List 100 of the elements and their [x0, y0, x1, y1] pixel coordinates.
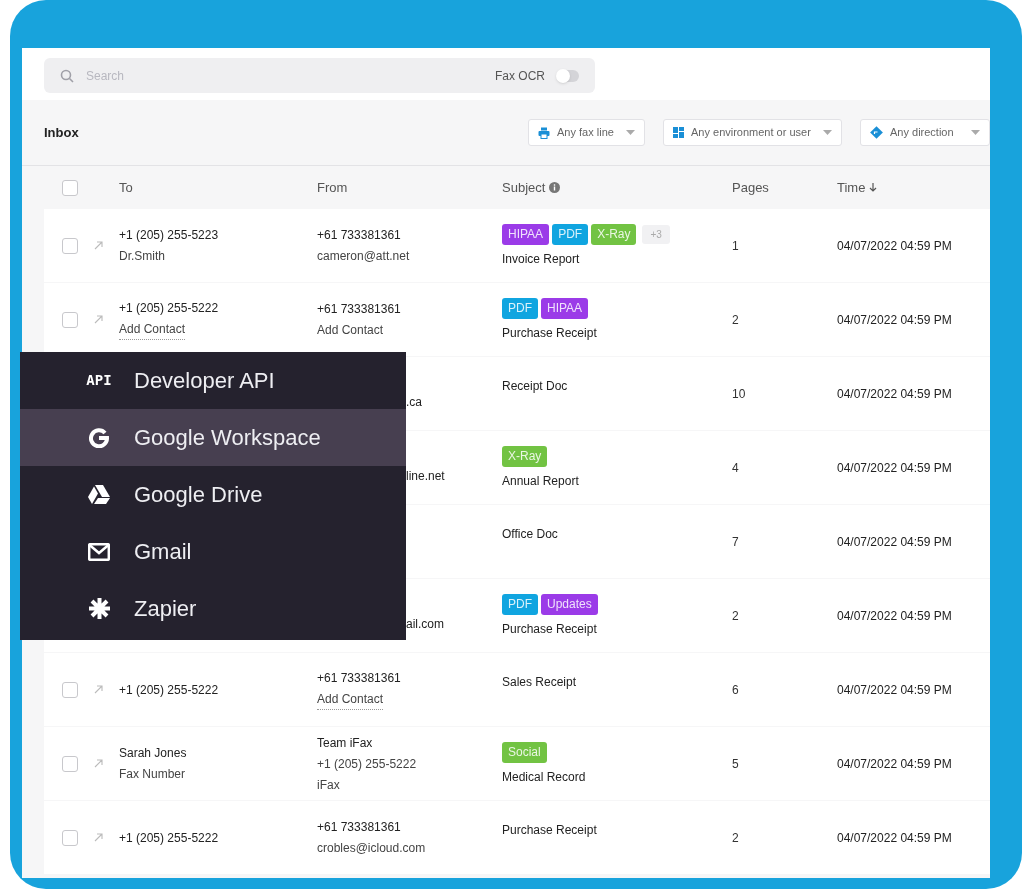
ocr-label: Fax OCR	[495, 67, 545, 85]
tag: Updates	[541, 593, 598, 615]
checkbox[interactable]	[62, 179, 78, 196]
pages-count: 2	[732, 607, 739, 625]
cell-text: Fax Number	[119, 766, 186, 783]
cell-text: +61 733381361	[317, 819, 401, 836]
subject-text: Office Doc	[502, 525, 559, 543]
cell-text: iFax	[317, 776, 340, 794]
cell-text: +1 (205) 255-5222	[119, 829, 219, 847]
tag: PDF	[552, 223, 589, 245]
column-header[interactable]: Pages	[732, 177, 837, 198]
search-icon	[60, 69, 74, 83]
tag: HIPAA	[502, 223, 550, 245]
time-text: 04/07/2022 04:59 PM	[837, 681, 952, 699]
pages-count: 2	[732, 829, 739, 847]
outgoing-arrow-icon	[94, 685, 103, 694]
grid-icon	[673, 127, 684, 138]
cell-text: Team iFax	[317, 734, 373, 752]
checkbox[interactable]	[62, 237, 78, 254]
cell-text: crobles@icloud.com	[317, 840, 426, 857]
pages-count: 10	[732, 385, 746, 403]
inbox-title: Inbox	[44, 123, 80, 142]
add-contact-link[interactable]: Add Contact	[119, 320, 186, 340]
subject-text: Annual Report	[502, 472, 580, 490]
pages-count: 7	[732, 533, 739, 551]
printer-icon	[538, 126, 550, 139]
asterisk-icon	[88, 598, 110, 619]
outgoing-arrow-icon	[94, 315, 103, 324]
cell-text: +61 733381361	[317, 301, 401, 318]
subject-text: Invoice Report	[502, 250, 581, 268]
subject-text: Purchase Receipt	[502, 324, 598, 342]
tag: PDF	[502, 297, 538, 319]
cell-text: Add Contact	[317, 322, 384, 339]
cell-text: line.net	[406, 467, 445, 485]
subject-text: Medical Record	[502, 768, 587, 786]
cell-text: ail.com	[406, 615, 444, 633]
pages-count: 1	[732, 237, 739, 255]
subject-text: Sales Receipt	[502, 673, 578, 691]
time-text: 04/07/2022 04:59 PM	[837, 311, 952, 329]
time-text: 04/07/2022 04:59 PM	[837, 607, 952, 625]
fax-row[interactable]: +1 (205) 255-5222 +61 733381361 crobles@icloud.com Purchase Receipt 2 04/07/2022 04:59 PM	[44, 801, 990, 874]
cell-text: Dr.Smith	[119, 248, 165, 265]
subject-text: Purchase Receipt	[502, 821, 598, 839]
checkbox[interactable]	[62, 681, 78, 698]
fax-row[interactable]: +1 (205) 255-5223 Dr.Smith +61 733381361 cameron@att.net HIPAA PDF X-Ray +3 Invoice Report 1 04/07/2022 04:59 PM	[44, 209, 990, 282]
fax-row[interactable]: +1 (205) 255-5222 +61 733381361 Add Contact Sales Receipt 6 04/07/2022 04:59 PM	[44, 653, 990, 726]
fax-row[interactable]: Sarah Jones Fax Number Team iFax +1 (205) 255-5222 iFax Social Medical Record 5 04/07/2022 04:59 PM	[44, 727, 990, 800]
tag: Social	[502, 741, 547, 763]
outgoing-arrow-icon	[94, 833, 103, 842]
direction-sign-icon	[870, 126, 883, 139]
cell-text: Sarah Jones	[119, 745, 187, 762]
column-header[interactable]: From	[317, 177, 502, 198]
filter-dropdown[interactable]: Any direction	[860, 119, 990, 146]
triangle-logo-icon	[88, 485, 110, 504]
cell-text: +1 (205) 255-5222	[317, 755, 417, 773]
tag: PDF	[502, 593, 538, 615]
time-text: 04/07/2022 04:59 PM	[837, 385, 952, 403]
tag: X-Ray	[502, 445, 548, 467]
time-text: 04/07/2022 04:59 PM	[837, 459, 952, 477]
pages-count: 2	[732, 311, 739, 329]
subject-text: Purchase Receipt	[502, 620, 598, 638]
outgoing-arrow-icon	[94, 759, 103, 768]
checkbox[interactable]	[62, 311, 78, 328]
g-logo-icon	[89, 427, 109, 448]
column-header[interactable]: Time	[837, 177, 990, 198]
info-icon	[549, 182, 561, 193]
cell-text: cameron@att.net	[317, 248, 410, 265]
cell-text: +1 (205) 255-5222	[119, 300, 219, 317]
caret-icon	[823, 130, 832, 135]
time-text: 04/07/2022 04:59 PM	[837, 237, 952, 255]
tag: HIPAA	[541, 297, 589, 319]
time-text: 04/07/2022 04:59 PM	[837, 533, 952, 551]
tag: X-Ray	[591, 223, 637, 245]
sort-arrow-icon	[869, 183, 878, 192]
subject-text: Receipt Doc	[502, 377, 569, 395]
cell-text: +1 (205) 255-5223	[119, 227, 219, 244]
envelope-icon	[88, 542, 110, 561]
checkbox[interactable]	[62, 755, 78, 772]
time-text: 04/07/2022 04:59 PM	[837, 755, 952, 773]
caret-icon	[971, 130, 980, 135]
cell-text: +1 (205) 255-5222	[119, 681, 219, 699]
fax-row[interactable]: +1 (205) 255-5222 Add Contact +61 733381361 Add Contact PDF HIPAA Purchase Receipt 2 04/07/2022 04:59 PM	[44, 283, 990, 356]
cell-text: .ca	[406, 393, 422, 411]
checkbox[interactable]	[62, 829, 78, 846]
cell-text: +61 733381361	[317, 670, 401, 687]
api-icon: API	[86, 370, 112, 391]
pages-count: 6	[732, 681, 739, 699]
outgoing-arrow-icon	[94, 241, 103, 250]
pages-count: 4	[732, 459, 739, 477]
cell-text: +61 733381361	[317, 227, 401, 244]
caret-icon	[626, 130, 635, 135]
ocr-toggle[interactable]	[557, 69, 579, 82]
filter-dropdown[interactable]: Any fax line	[528, 119, 645, 146]
filter-dropdown[interactable]: Any environment or user	[663, 119, 842, 146]
column-header[interactable]: Subject	[502, 177, 732, 198]
add-contact-link[interactable]: Add Contact	[317, 690, 384, 710]
time-text: 04/07/2022 04:59 PM	[837, 829, 952, 847]
menu-item[interactable]: Google Workspace	[20, 409, 406, 466]
pages-count: 5	[732, 755, 739, 773]
column-header[interactable]: To	[119, 177, 317, 198]
